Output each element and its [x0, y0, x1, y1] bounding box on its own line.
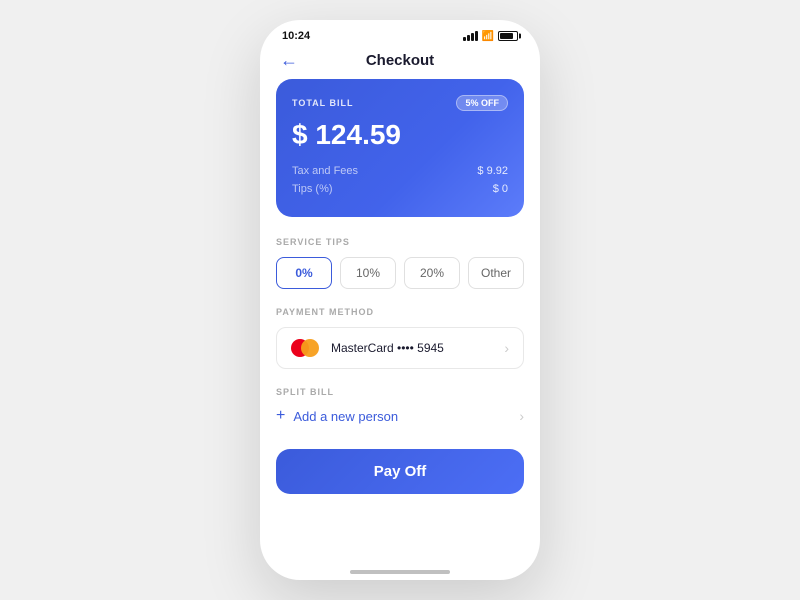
tips-label: Tips (%) — [292, 183, 333, 195]
payment-left: MasterCard •••• 5945 — [291, 338, 444, 358]
payment-section: PAYMENT METHOD MasterCard •••• 5945 › — [276, 307, 524, 369]
split-chevron-icon: › — [519, 408, 524, 424]
add-person-label: Add a new person — [293, 409, 398, 424]
battery-icon — [498, 31, 518, 41]
tips-row: Tips (%) $ 0 — [292, 183, 508, 195]
discount-badge: 5% OFF — [456, 95, 508, 111]
split-bill-section: SPLIT BILL + Add a new person › — [276, 387, 524, 425]
main-content: TOTAL BILL 5% OFF $ 124.59 Tax and Fees … — [260, 79, 540, 562]
add-person-row[interactable]: + Add a new person › — [276, 407, 524, 425]
page-title: Checkout — [366, 52, 434, 69]
tips-buttons: 0% 10% 20% Other — [276, 257, 524, 289]
chevron-right-icon: › — [504, 340, 509, 356]
home-bar — [350, 570, 450, 574]
total-amount: $ 124.59 — [292, 119, 508, 151]
tips-section-label: SERVICE TIPS — [276, 237, 524, 247]
total-bill-label: TOTAL BILL — [292, 98, 354, 108]
payment-method-row[interactable]: MasterCard •••• 5945 › — [276, 327, 524, 369]
status-bar: 10:24 📶 — [260, 20, 540, 48]
header: ← Checkout — [260, 48, 540, 79]
phone-frame: 10:24 📶 ← Checkout TOTAL BILL 5% OFF — [260, 20, 540, 580]
payment-section-label: PAYMENT METHOD — [276, 307, 524, 317]
tax-value: $ 9.92 — [477, 165, 508, 177]
tax-row: Tax and Fees $ 9.92 — [292, 165, 508, 177]
bill-card-header: TOTAL BILL 5% OFF — [292, 95, 508, 111]
tips-value: $ 0 — [493, 183, 508, 195]
time-display: 10:24 — [282, 30, 310, 42]
tip-other-button[interactable]: Other — [468, 257, 524, 289]
bill-card: TOTAL BILL 5% OFF $ 124.59 Tax and Fees … — [276, 79, 524, 217]
signal-icon — [463, 31, 478, 41]
status-icons: 📶 — [463, 31, 518, 42]
tip-10-button[interactable]: 10% — [340, 257, 396, 289]
add-person-left: + Add a new person — [276, 407, 398, 425]
wifi-icon: 📶 — [482, 31, 494, 42]
tip-20-button[interactable]: 20% — [404, 257, 460, 289]
tips-section: SERVICE TIPS 0% 10% 20% Other — [276, 237, 524, 289]
home-indicator — [260, 562, 540, 580]
split-bill-label: SPLIT BILL — [276, 387, 524, 397]
card-name: MasterCard •••• 5945 — [331, 341, 444, 355]
tip-0-button[interactable]: 0% — [276, 257, 332, 289]
back-button[interactable]: ← — [280, 50, 298, 71]
tax-label: Tax and Fees — [292, 165, 358, 177]
mastercard-icon — [291, 338, 321, 358]
plus-icon: + — [276, 407, 285, 425]
pay-button[interactable]: Pay Off — [276, 449, 524, 494]
